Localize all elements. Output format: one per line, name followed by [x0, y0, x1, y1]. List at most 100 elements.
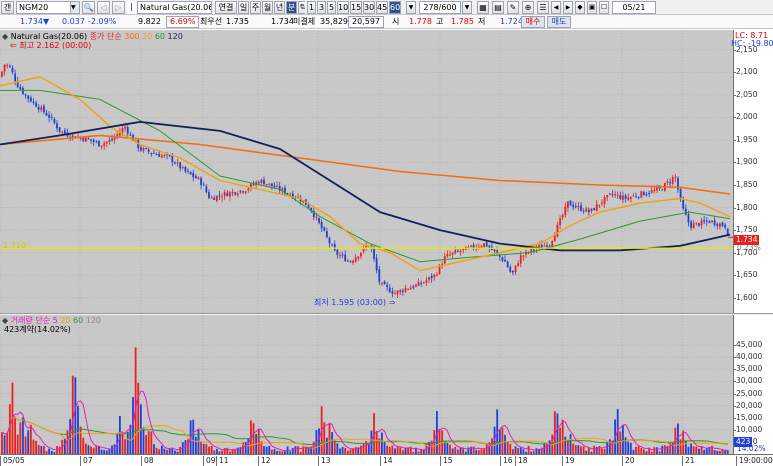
candle-down: [22, 87, 24, 95]
volume-bar: [145, 434, 147, 454]
candle-up: [561, 214, 564, 218]
candle-up: [103, 143, 106, 146]
minute-button-8[interactable]: 60: [389, 1, 401, 14]
volume-bar: [449, 444, 451, 454]
order-icon[interactable]: ☰: [537, 1, 549, 14]
volume-bar: [82, 437, 85, 454]
price-plot[interactable]: [0, 30, 733, 313]
minute-button-5[interactable]: 15: [350, 1, 362, 14]
symbol-combo[interactable]: NGM20 ▼: [16, 1, 80, 14]
candle-up: [315, 216, 318, 218]
volume-bar: [663, 445, 666, 454]
volume-bar: [95, 445, 98, 454]
candle-down: [43, 106, 45, 113]
volume-bar: [318, 428, 320, 454]
pin-icon[interactable]: ◆: [575, 1, 585, 14]
minute-button-3[interactable]: 5: [327, 1, 336, 14]
checkbox-icon[interactable]: ☐: [599, 1, 609, 14]
chevron-down-icon[interactable]: ▼: [406, 1, 416, 14]
market-button[interactable]: 갠: [1, 1, 14, 14]
chevron-left-icon[interactable]: ◀: [551, 1, 561, 14]
volume-bar: [564, 436, 567, 454]
candle-up: [656, 187, 658, 191]
date-tick: 07: [80, 456, 93, 466]
period-button-6[interactable]: 분: [286, 1, 297, 14]
volume-bar: [111, 445, 113, 454]
date-field[interactable]: 05/21: [612, 1, 656, 14]
candle-up: [522, 255, 525, 257]
search-icon[interactable]: 🔍: [82, 1, 95, 14]
candle-up: [538, 245, 540, 247]
low-price: 1.724: [500, 17, 523, 26]
candle-down: [45, 112, 48, 116]
minute-button-6[interactable]: 30: [363, 1, 375, 14]
candle-up: [360, 252, 362, 257]
volume-plot[interactable]: [0, 315, 733, 454]
count-value: 278/600: [423, 3, 457, 12]
next-icon[interactable]: ▷: [112, 1, 125, 14]
candle-up: [396, 290, 399, 295]
candle-up: [268, 183, 271, 185]
date-tick: 09: [203, 456, 216, 466]
drawing-icon[interactable]: ✎: [507, 1, 519, 14]
sell-button[interactable]: 매도: [547, 16, 571, 28]
candle-up: [84, 137, 87, 142]
candle-up: [718, 223, 721, 227]
candle-down: [179, 162, 182, 169]
period-button-5[interactable]: 년: [274, 1, 285, 14]
candle-down: [648, 193, 651, 195]
chevron-down-icon[interactable]: ▼: [70, 2, 79, 13]
volume-bar: [268, 445, 271, 454]
buy-button[interactable]: 매수: [521, 16, 545, 28]
candle-down: [501, 257, 504, 261]
volume-chart[interactable]: 45,000 40,000 35,000 30,000 25,000 20,000 15,0…: [0, 315, 773, 454]
candle-down: [98, 140, 100, 147]
minute-button-1[interactable]: 1: [307, 1, 316, 14]
chart-settings-icon[interactable]: ▦: [477, 1, 489, 14]
volume-bar: [210, 446, 213, 454]
volume-bar: [71, 375, 74, 454]
volume-bar: [35, 440, 37, 454]
minute-button-2[interactable]: 3: [317, 1, 326, 14]
candle-up: [428, 277, 430, 280]
candle-up: [585, 208, 588, 212]
candle-up: [559, 218, 561, 226]
hline-label: 1.710: [3, 241, 26, 250]
volume-bar: [200, 441, 203, 454]
candle-down: [202, 184, 205, 186]
period-button-1[interactable]: 연결: [215, 1, 237, 14]
period-button-2[interactable]: 일: [238, 1, 249, 14]
period-button-7[interactable]: 틱: [298, 1, 305, 14]
volume-bar: [79, 426, 82, 454]
chevron-right-icon[interactable]: ▶: [563, 1, 573, 14]
count-field[interactable]: 278/600: [419, 1, 461, 14]
indicator-icon[interactable]: ▤: [492, 1, 504, 14]
candle-up: [616, 194, 619, 196]
chevron-down-icon[interactable]: ▼: [462, 1, 472, 14]
hc-label: HC: -19.80: [731, 39, 773, 48]
minute-button-7[interactable]: 45: [376, 1, 388, 14]
candle-up: [695, 222, 698, 224]
candle-up: [692, 223, 695, 229]
candle-down: [153, 153, 155, 155]
volume-bar: [656, 447, 658, 454]
volume-bar: [548, 440, 551, 454]
volume-bar: [142, 427, 145, 454]
candle-up: [160, 155, 163, 158]
zoom-icon[interactable]: ⊕: [522, 1, 534, 14]
lock-icon[interactable]: ▣: [587, 1, 597, 14]
period-button-3[interactable]: 주: [250, 1, 261, 14]
period-button-4[interactable]: 월: [262, 1, 273, 14]
candle-up: [459, 251, 462, 253]
candle-up: [404, 288, 407, 292]
minute-button-4[interactable]: 10: [337, 1, 349, 14]
candle-up: [480, 246, 483, 248]
candle-up: [601, 202, 603, 204]
date-tick: 20: [622, 456, 635, 466]
candle-up: [519, 255, 522, 264]
price-chart[interactable]: 2,150 2,100 2,050 2,000 1,950 1,900 1,850 1,800…: [0, 30, 773, 313]
candle-up: [433, 274, 436, 278]
volume-bar: [619, 431, 622, 454]
volume-bar: [627, 441, 630, 454]
prev-icon[interactable]: ◁: [97, 1, 110, 14]
